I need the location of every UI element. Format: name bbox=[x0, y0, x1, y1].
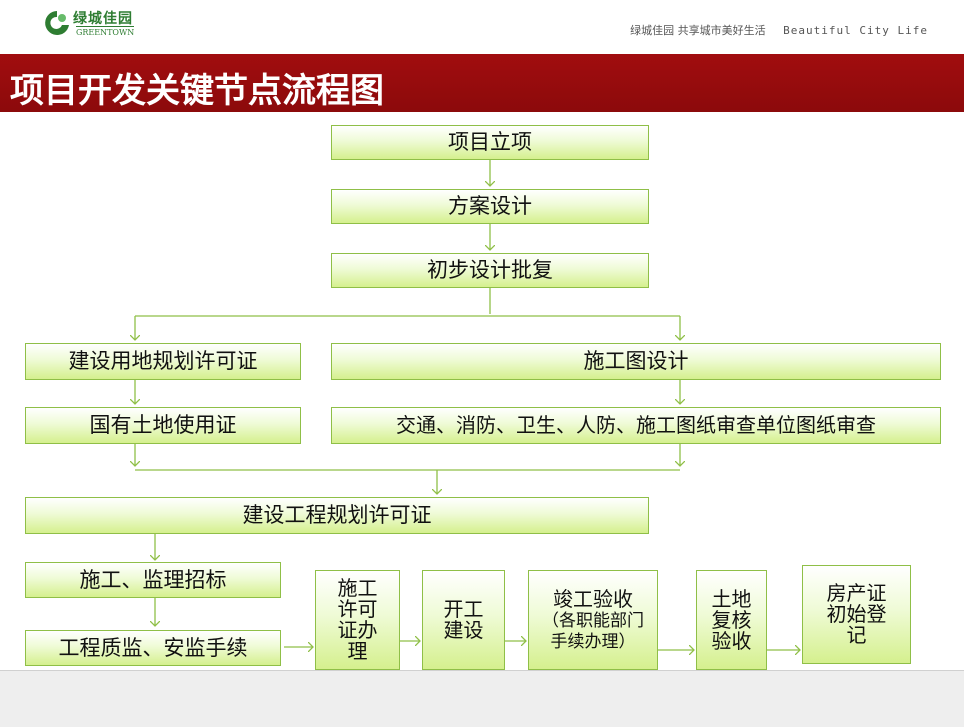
node-drawing-review: 交通、消防、卫生、人防、施工图纸审查单位图纸审查 bbox=[331, 407, 941, 444]
node-land-use-certificate: 国有土地使用证 bbox=[25, 407, 301, 444]
node-drawing-review-label: 交通、消防、卫生、人防、施工图纸审查单位图纸审查 bbox=[396, 413, 876, 437]
node-completion-acceptance-note: （各职能部门手续办理） bbox=[542, 611, 644, 652]
node-completion-acceptance-label: 竣工验收 bbox=[553, 587, 633, 612]
node-property-certificate: 房产证初始登记 bbox=[802, 565, 911, 664]
node-construction-supervision-tender-label: 施工、监理招标 bbox=[79, 567, 227, 592]
logo-subtext: GREENTOWN bbox=[76, 26, 135, 37]
node-preliminary-design-approval: 初步设计批复 bbox=[331, 253, 649, 288]
header: 绿城佳园 GREENTOWN 绿城佳园 共享城市美好生活 Beautiful C… bbox=[0, 0, 964, 52]
node-preliminary-design-approval-label: 初步设计批复 bbox=[427, 258, 553, 283]
node-land-review-label: 土地复核验收 bbox=[711, 586, 752, 653]
node-land-review: 土地复核验收 bbox=[696, 570, 767, 670]
slide-title: 项目开发关键节点流程图 bbox=[10, 71, 384, 111]
node-land-use-certificate-label: 国有土地使用证 bbox=[89, 413, 237, 438]
tagline-cn: 绿城佳园 共享城市美好生活 bbox=[630, 24, 766, 37]
node-scheme-design-label: 方案设计 bbox=[448, 194, 532, 219]
node-construction-drawing-design: 施工图设计 bbox=[331, 343, 941, 380]
node-property-certificate-label: 房产证初始登记 bbox=[826, 581, 887, 647]
node-engineering-planning-permit-label: 建设工程规划许可证 bbox=[242, 503, 432, 528]
tagline-en: Beautiful City Life bbox=[783, 24, 928, 37]
node-construction-drawing-design-label: 施工图设计 bbox=[583, 349, 689, 374]
node-project-approval: 项目立项 bbox=[331, 125, 649, 160]
greentown-logo-icon bbox=[45, 11, 69, 35]
node-quality-safety-procedures: 工程质监、安监手续 bbox=[25, 630, 281, 666]
node-construction-start: 开工建设 bbox=[422, 570, 505, 670]
tagline: 绿城佳园 共享城市美好生活 Beautiful City Life bbox=[630, 22, 928, 38]
node-completion-acceptance: 竣工验收 （各职能部门手续办理） bbox=[528, 570, 658, 670]
node-engineering-planning-permit: 建设工程规划许可证 bbox=[25, 497, 649, 534]
node-construction-start-label: 开工建设 bbox=[443, 597, 484, 642]
node-construction-permit-label: 施工许可证办理 bbox=[337, 576, 378, 663]
footer-bar bbox=[0, 670, 964, 727]
node-construction-supervision-tender: 施工、监理招标 bbox=[25, 562, 281, 598]
title-bar: 项目开发关键节点流程图 bbox=[0, 54, 964, 112]
node-quality-safety-procedures-label: 工程质监、安监手续 bbox=[58, 635, 248, 660]
node-scheme-design: 方案设计 bbox=[331, 189, 649, 224]
logo-text: 绿城佳园 bbox=[73, 11, 133, 27]
node-land-planning-permit-label: 建设用地规划许可证 bbox=[68, 349, 258, 374]
node-construction-permit: 施工许可证办理 bbox=[315, 570, 400, 670]
node-land-planning-permit: 建设用地规划许可证 bbox=[25, 343, 301, 380]
node-project-approval-label: 项目立项 bbox=[448, 130, 532, 155]
